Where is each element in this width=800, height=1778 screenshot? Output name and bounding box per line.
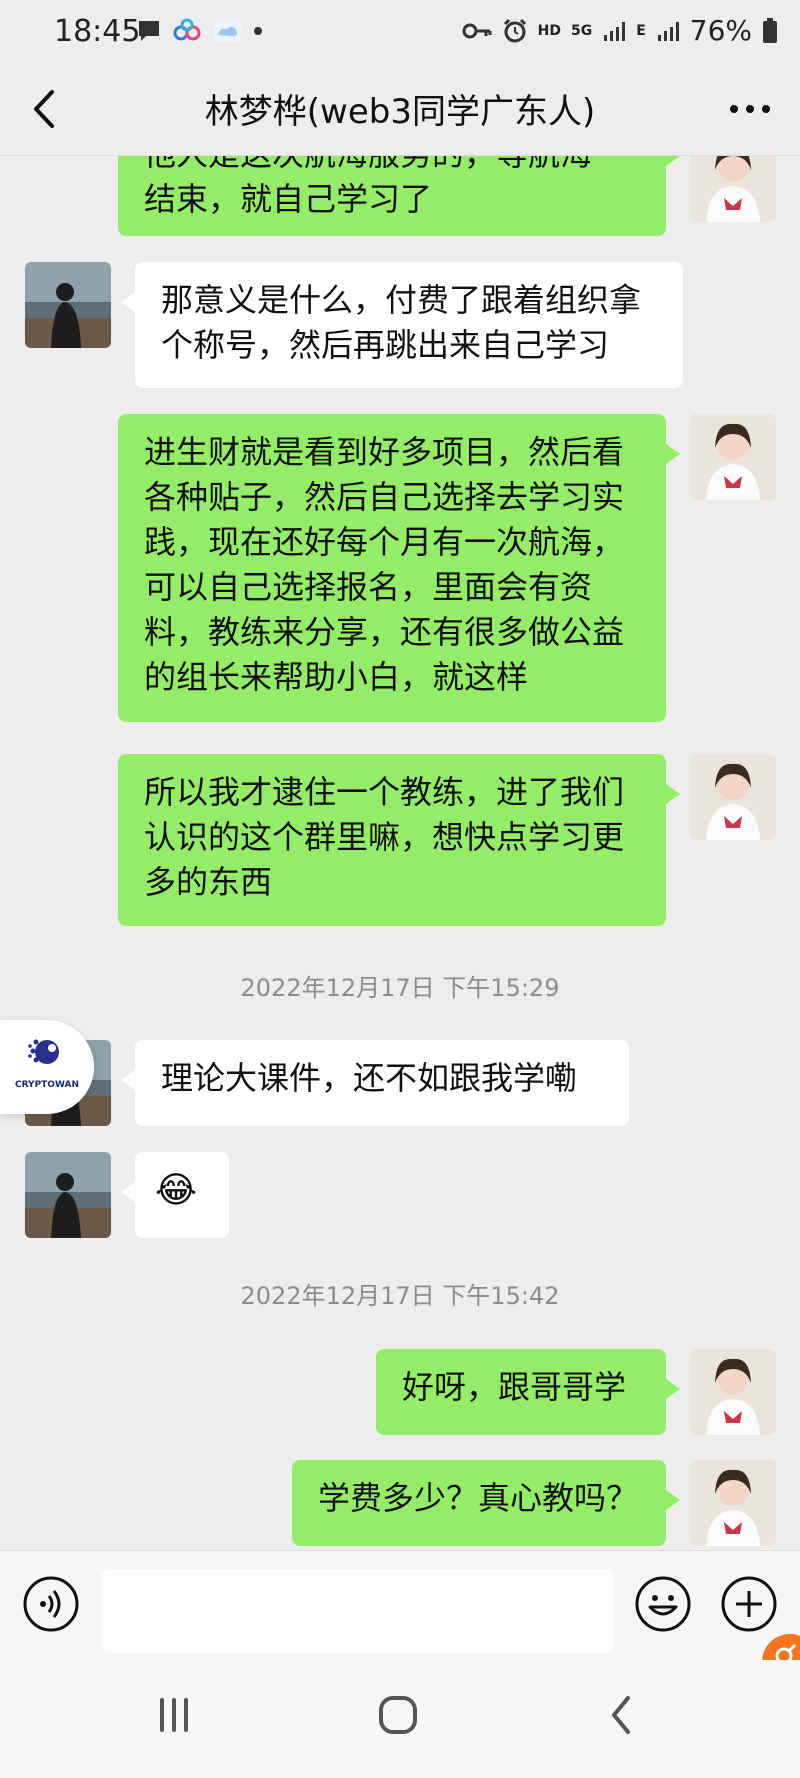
emoji-icon[interactable]: [634, 1575, 692, 1633]
message-line: 理论大课件，还不如跟我学嘞: [161, 1059, 578, 1097]
message-line: 进生财就是看到好多项目，然后看: [144, 433, 625, 471]
vpn-key-icon: [462, 23, 492, 38]
chat-header: 林梦桦(web3同学广东人): [0, 64, 800, 156]
battery-icon: [763, 17, 777, 43]
status-time: 18:45: [54, 14, 141, 49]
recent-apps-icon[interactable]: [144, 1690, 204, 1740]
notification-icons: [136, 18, 264, 44]
more-options-icon[interactable]: [728, 94, 772, 124]
app-notification-icon: [173, 18, 201, 41]
message-line: 多的东西: [144, 863, 273, 901]
system-status-icons: HD 5G E 76%: [462, 14, 778, 47]
message-bubble-outgoing[interactable]: 好呀，跟哥哥学: [376, 1349, 680, 1435]
message-timestamp: 2022年12月17日 下午15:42: [240, 1282, 560, 1310]
message-line: 认识的这个群里嘛，想快点学习更: [144, 818, 625, 856]
woman-portrait-icon: [690, 156, 776, 222]
contact-avatar[interactable]: [25, 262, 111, 348]
5g-indicator: 5G: [570, 22, 593, 39]
woman-portrait-icon: [690, 1460, 776, 1546]
my-avatar[interactable]: [690, 156, 776, 222]
signal-icon: [604, 21, 626, 41]
status-bar: 18:45 HD 5G E 76%: [0, 0, 800, 64]
message-line: 的组长来帮助小白，就这样: [144, 658, 529, 696]
my-avatar[interactable]: [690, 414, 776, 500]
message-notification-icon: [139, 21, 159, 41]
message-line: 好呀，跟哥哥学: [402, 1368, 627, 1406]
contact-avatar[interactable]: [25, 1152, 111, 1238]
message-line: 个称号，然后再跳出来自己学习: [161, 326, 610, 364]
cryptowan-logo-icon: [28, 1039, 59, 1064]
my-avatar[interactable]: [690, 754, 776, 840]
message-line: 学费多少？真心教吗？: [318, 1479, 639, 1517]
floating-app-logo[interactable]: CRYPTOWAN: [0, 1020, 94, 1114]
message-line: 那意义是什么，付费了跟着组织拿: [161, 281, 642, 319]
hd-indicator: HD: [537, 22, 561, 39]
message-bubble-incoming[interactable]: 那意义是什么，付费了跟着组织拿 个称号，然后再跳出来自己学习: [121, 262, 683, 388]
message-bubble-outgoing[interactable]: 他人是这次航海服务的，等航海 结束，就自己学习了: [118, 156, 680, 236]
message-bubble-incoming[interactable]: 😂: [121, 1152, 229, 1238]
woman-portrait-icon: [690, 1349, 776, 1435]
alarm-icon: [503, 18, 526, 42]
message-text-input[interactable]: [102, 1569, 614, 1653]
man-landscape-portrait-icon: [25, 262, 111, 348]
message-line: 各种贴子，然后自己选择去学习实: [144, 478, 625, 516]
my-avatar[interactable]: [690, 1349, 776, 1435]
system-back-icon[interactable]: [592, 1690, 652, 1740]
plus-icon[interactable]: [720, 1575, 778, 1633]
my-avatar[interactable]: [690, 1460, 776, 1546]
man-landscape-portrait-icon: [25, 1152, 111, 1238]
message-bubble-outgoing[interactable]: 进生财就是看到好多项目，然后看 各种贴子，然后自己选择去学习实 践，现在还好每个…: [118, 414, 680, 722]
message-line: 所以我才逮住一个教练，进了我们: [144, 773, 625, 811]
chat-title: 林梦桦(web3同学广东人): [204, 92, 596, 132]
system-navigation-bar: [0, 1660, 800, 1778]
battery-percent: 76%: [689, 14, 752, 47]
home-icon[interactable]: [368, 1690, 428, 1740]
message-line: 他人是这次航海服务的，等航海: [144, 156, 640, 177]
chat-message-list[interactable]: 他人是这次航海服务的，等航海 结束，就自己学习了 那意义是什么，付费了跟着组织拿…: [0, 156, 800, 1550]
woman-portrait-icon: [690, 414, 776, 500]
message-bubble-outgoing[interactable]: 学费多少？真心教吗？: [292, 1460, 680, 1546]
woman-portrait-icon: [690, 754, 776, 840]
message-bubble-outgoing[interactable]: 所以我才逮住一个教练，进了我们 认识的这个群里嘛，想快点学习更 多的东西: [118, 754, 680, 926]
message-bubble-incoming[interactable]: 理论大课件，还不如跟我学嘞: [121, 1040, 629, 1126]
message-line: 可以自己选择报名，里面会有资: [144, 568, 593, 606]
message-timestamp: 2022年12月17日 下午15:29: [240, 974, 560, 1002]
back-arrow-icon[interactable]: [24, 84, 68, 134]
cloud-notification-icon: [213, 20, 241, 42]
message-line: 结束，就自己学习了: [144, 180, 433, 218]
message-input-bar: [0, 1550, 800, 1660]
voice-icon[interactable]: [22, 1575, 80, 1633]
signal-icon-2: [657, 21, 679, 41]
laughing-tears-emoji: 😂: [155, 1170, 198, 1211]
dot-icon: [254, 27, 262, 35]
message-line: 料，教练来分享，还有很多做公益: [144, 613, 625, 651]
e-indicator: E: [636, 22, 646, 39]
message-line: 践，现在还好每个月有一次航海，: [144, 523, 625, 561]
cryptowan-logo-text: CRYPTOWAN: [15, 1080, 79, 1090]
